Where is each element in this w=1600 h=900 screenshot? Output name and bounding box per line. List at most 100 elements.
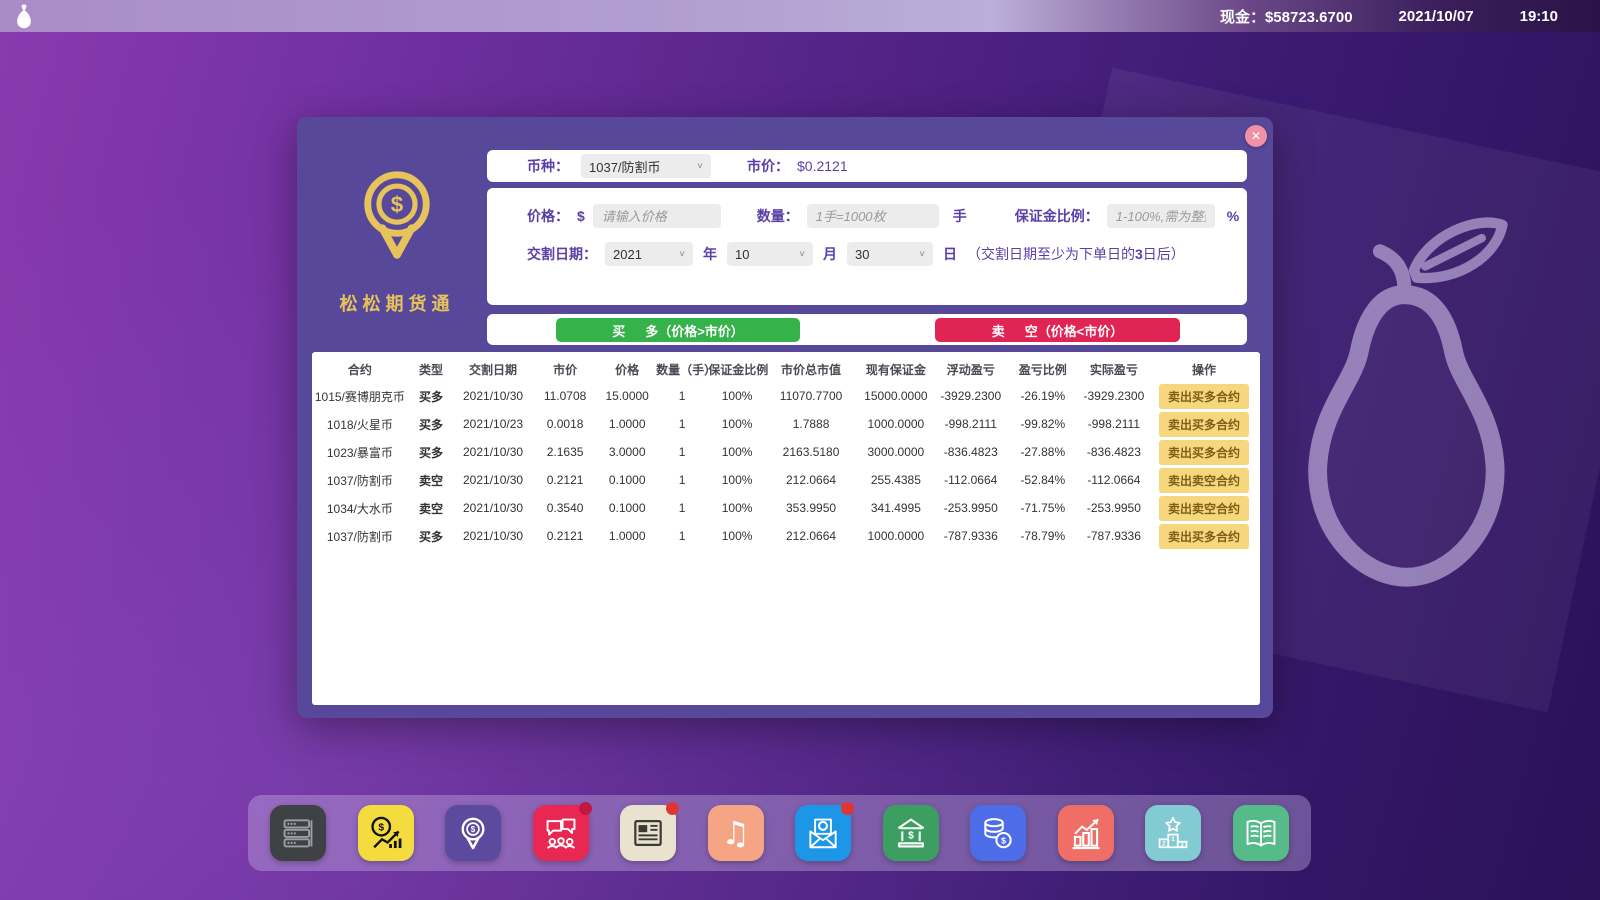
server-app[interactable]	[270, 805, 326, 861]
year-unit: 年	[703, 244, 717, 264]
notification-badge	[841, 802, 854, 815]
ranking-icon: 2 1 3	[1154, 814, 1192, 852]
deposit-cell: 3000.0000	[856, 438, 936, 466]
notification-badge	[666, 802, 679, 815]
contract-cell: 1015/赛博朋克币	[312, 382, 408, 410]
chevron-down-icon: ˅	[789, 249, 805, 260]
music-app[interactable]: ♫	[708, 805, 764, 861]
sell-contract-button[interactable]: 卖出买多合约	[1159, 524, 1249, 549]
contracts-panel: 合约类型交割日期市价价格数量（手）保证金比例市价总市值现有保证金浮动盈亏盈亏比例…	[312, 352, 1260, 705]
price-cell: 0.1000	[598, 466, 656, 494]
coins-app[interactable]: $	[970, 805, 1026, 861]
action-cell: 卖出买多合约	[1148, 382, 1260, 410]
market-price-cell: 0.2121	[532, 522, 598, 550]
music-icon: ♫	[721, 817, 750, 849]
year-select[interactable]: 2021˅	[605, 242, 693, 266]
sell-contract-button[interactable]: 卖出买多合约	[1159, 412, 1249, 437]
column-header: 浮动盈亏	[936, 356, 1006, 382]
contract-cell: 1023/暴富币	[312, 438, 408, 466]
price-input[interactable]	[593, 204, 721, 228]
actual-pl-cell: -112.0664	[1080, 466, 1148, 494]
margin-ratio-cell: 100%	[708, 438, 766, 466]
actual-pl-cell: -998.2111	[1080, 410, 1148, 438]
chevron-down-icon: ˅	[687, 161, 703, 172]
table-row: 1037/防割币 卖空 2021/10/30 0.2121 0.1000 1 1…	[312, 466, 1260, 494]
quantity-cell: 1	[656, 438, 708, 466]
table-row: 1037/防割币 买多 2021/10/30 0.2121 1.0000 1 1…	[312, 522, 1260, 550]
delivery-date-cell: 2021/10/30	[454, 494, 532, 522]
quantity-cell: 1	[656, 466, 708, 494]
table-row: 1023/暴富币 买多 2021/10/30 2.1635 3.0000 1 1…	[312, 438, 1260, 466]
floating-pl-cell: -787.9336	[936, 522, 1006, 550]
book-icon	[1242, 814, 1280, 852]
mail-app[interactable]	[795, 805, 851, 861]
svg-text:3: 3	[1181, 842, 1184, 848]
deposit-cell: 341.4995	[856, 494, 936, 522]
price-cell: 1.0000	[598, 410, 656, 438]
column-header: 保证金比例	[708, 356, 766, 382]
market-value-cell: 2163.5180	[766, 438, 856, 466]
dollar-pin-icon: $	[354, 165, 440, 275]
server-icon	[279, 814, 317, 852]
pl-ratio-cell: -52.84%	[1006, 466, 1080, 494]
sell-contract-button[interactable]: 卖出卖空合约	[1159, 496, 1249, 521]
sell-contract-button[interactable]: 卖出买多合约	[1159, 440, 1249, 465]
rank-app[interactable]: 2 1 3	[1145, 805, 1201, 861]
contracts-tbody: 1015/赛博朋克币 买多 2021/10/30 11.0708 15.0000…	[312, 382, 1260, 550]
column-header: 市价总市值	[766, 356, 856, 382]
currency-select[interactable]: 1037/防割币 ˅	[581, 154, 711, 178]
type-cell: 买多	[408, 438, 454, 466]
sell-contract-button[interactable]: 卖出买多合约	[1159, 384, 1249, 409]
action-cell: 卖出卖空合约	[1148, 466, 1260, 494]
cash-display: 现金：$58723.6700	[1220, 6, 1353, 27]
notification-badge	[579, 802, 592, 815]
contract-cell: 1037/防割币	[312, 522, 408, 550]
svg-text:1: 1	[1172, 836, 1176, 843]
buy-long-button[interactable]: 买多（价格>市价）	[556, 318, 800, 342]
column-header: 交割日期	[454, 356, 532, 382]
sell-contract-button[interactable]: 卖出卖空合约	[1159, 468, 1249, 493]
day-select[interactable]: 30˅	[847, 242, 933, 266]
month-unit: 月	[823, 244, 837, 264]
type-cell: 卖空	[408, 466, 454, 494]
market-value-cell: 1.7888	[766, 410, 856, 438]
pl-ratio-cell: -26.19%	[1006, 382, 1080, 410]
news-icon	[629, 814, 667, 852]
pl-ratio-cell: -99.82%	[1006, 410, 1080, 438]
column-header: 实际盈亏	[1080, 356, 1148, 382]
futures-pin-icon: $	[454, 814, 492, 852]
coins-icon: $	[979, 814, 1017, 852]
delivery-date-cell: 2021/10/30	[454, 466, 532, 494]
app-logo-text: 松松期货通	[322, 290, 472, 316]
sell-short-button[interactable]: 卖空（价格<市价）	[935, 318, 1180, 342]
qty-unit: 手	[953, 206, 967, 226]
dollar-prefix: $	[577, 208, 585, 224]
floating-pl-cell: -253.9950	[936, 494, 1006, 522]
close-icon[interactable]: ✕	[1245, 125, 1267, 147]
mail-icon	[804, 814, 842, 852]
margin-input[interactable]	[1107, 204, 1215, 228]
market-price-label: 市价：	[747, 156, 789, 176]
month-select[interactable]: 10˅	[727, 242, 813, 266]
price-cell: 3.0000	[598, 438, 656, 466]
action-cell: 卖出卖空合约	[1148, 494, 1260, 522]
futures-app[interactable]: $	[445, 805, 501, 861]
book-app[interactable]	[1233, 805, 1289, 861]
money-bag-icon	[14, 3, 34, 29]
market-value-cell: 353.9950	[766, 494, 856, 522]
chart-app[interactable]	[1058, 805, 1114, 861]
type-cell: 卖空	[408, 494, 454, 522]
column-header: 价格	[598, 356, 656, 382]
bank-app[interactable]: $	[883, 805, 939, 861]
qty-input[interactable]	[807, 204, 939, 228]
price-cell: 0.1000	[598, 494, 656, 522]
column-header: 数量（手）	[656, 356, 708, 382]
chat-app[interactable]	[533, 805, 589, 861]
day-unit: 日	[943, 244, 957, 264]
svg-text:2: 2	[1162, 840, 1166, 847]
news-app[interactable]	[620, 805, 676, 861]
deposit-cell: 1000.0000	[856, 522, 936, 550]
column-header: 盈亏比例	[1006, 356, 1080, 382]
stock-app[interactable]: $	[358, 805, 414, 861]
floating-pl-cell: -998.2111	[936, 410, 1006, 438]
